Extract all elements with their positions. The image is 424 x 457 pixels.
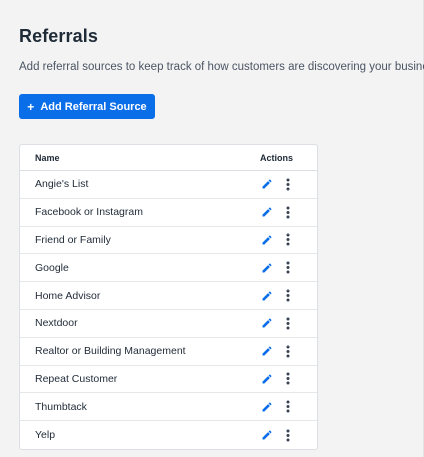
table-row: Angie's List [20, 171, 317, 199]
pencil-icon[interactable] [260, 289, 274, 303]
add-referral-source-button[interactable]: + Add Referral Source [19, 94, 155, 119]
more-vertical-icon[interactable] [284, 372, 292, 386]
table-row: Google [20, 254, 317, 283]
more-vertical-icon[interactable] [284, 289, 292, 303]
pencil-icon[interactable] [260, 316, 274, 330]
table-body: Angie's List Facebook or Instagram Friend … [20, 171, 317, 449]
referral-source-name: Realtor or Building Management [35, 345, 186, 358]
column-header-actions: Actions [260, 152, 294, 163]
referral-source-name: Angie's List [35, 178, 89, 191]
more-vertical-icon[interactable] [284, 344, 292, 358]
more-vertical-icon[interactable] [284, 177, 292, 191]
more-vertical-icon[interactable] [284, 233, 292, 247]
table-row: Realtor or Building Management [20, 338, 317, 366]
table-row: Home Advisor [20, 282, 317, 310]
table-row: Thumbtack [20, 393, 317, 422]
referral-source-name: Yelp [35, 429, 56, 442]
more-vertical-icon[interactable] [284, 205, 292, 219]
page-title: Referrals [19, 26, 98, 46]
table-row: Repeat Customer [20, 366, 317, 394]
pencil-icon[interactable] [260, 372, 274, 386]
add-referral-source-label: Add Referral Source [40, 100, 147, 113]
more-vertical-icon[interactable] [284, 261, 292, 275]
referral-source-name: Google [35, 261, 69, 274]
referrals-table: Name Actions Angie's List Facebook or Ins… [19, 144, 318, 450]
page-subtitle: Add referral sources to keep track of ho… [19, 61, 424, 73]
more-vertical-icon[interactable] [284, 316, 292, 330]
pencil-icon[interactable] [260, 261, 274, 275]
referral-source-name: Friend or Family [35, 233, 111, 246]
referral-source-name: Thumbtack [35, 400, 87, 413]
pencil-icon[interactable] [260, 344, 274, 358]
pencil-icon[interactable] [260, 428, 274, 442]
table-row: Yelp [20, 421, 317, 449]
pencil-icon[interactable] [260, 233, 274, 247]
pencil-icon[interactable] [260, 177, 274, 191]
more-vertical-icon[interactable] [284, 428, 292, 442]
plus-icon: + [27, 99, 35, 114]
referral-source-name: Repeat Customer [35, 372, 118, 385]
pencil-icon[interactable] [260, 400, 274, 414]
referral-source-name: Facebook or Instagram [35, 206, 143, 219]
table-header: Name Actions [20, 145, 317, 171]
referral-source-name: Home Advisor [35, 289, 101, 302]
table-row: Nextdoor [20, 310, 317, 338]
more-vertical-icon[interactable] [284, 400, 292, 414]
column-header-name: Name [35, 152, 60, 163]
referral-source-name: Nextdoor [35, 317, 78, 330]
pencil-icon[interactable] [260, 205, 274, 219]
table-row: Facebook or Instagram [20, 199, 317, 227]
table-row: Friend or Family [20, 227, 317, 255]
